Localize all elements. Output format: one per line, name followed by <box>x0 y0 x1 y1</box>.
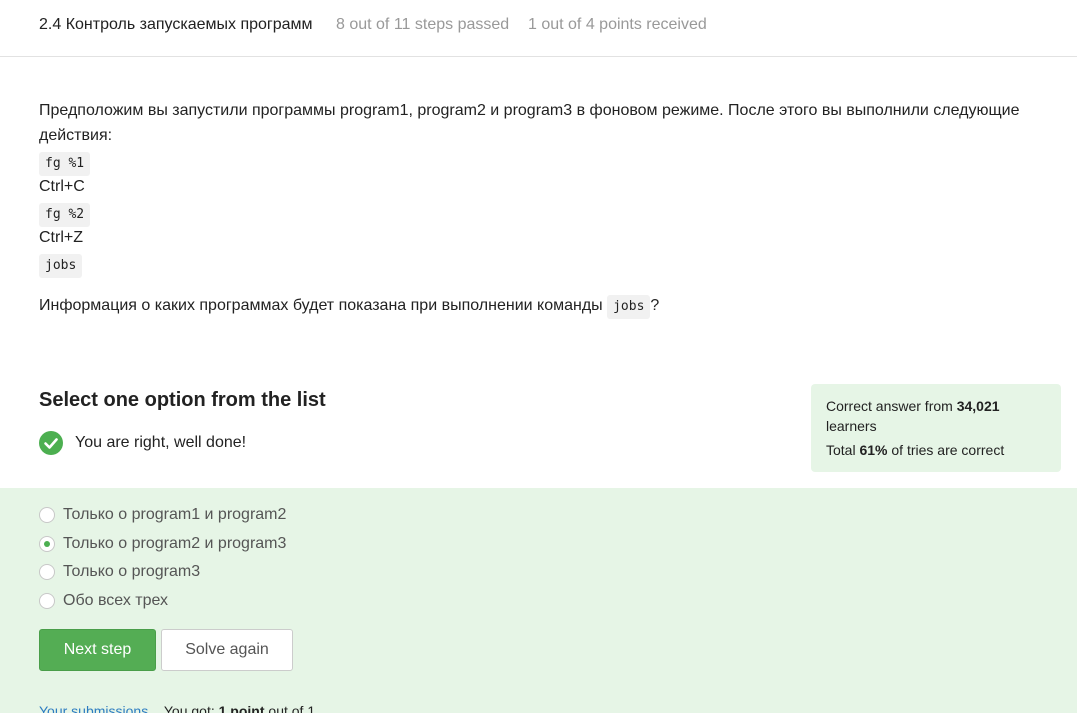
learners-stat-prefix: Correct answer from <box>826 398 953 414</box>
action-row: fg %2 <box>39 199 1049 227</box>
correct-feedback: You are right, well done! <box>39 431 246 455</box>
option-label: Только о program2 и program3 <box>63 535 287 552</box>
answers-panel: Только о program1 и program2 Только о pr… <box>0 488 1077 713</box>
action-code: jobs <box>39 254 83 278</box>
option-program1-program2[interactable]: Только о program1 и program2 <box>39 505 286 525</box>
tries-percent: 61% <box>859 442 888 458</box>
radio-button[interactable] <box>39 564 55 580</box>
lesson-title[interactable]: 2.4 Контроль запускаемых программ <box>39 16 313 34</box>
question-body: Предположим вы запустили программы progr… <box>39 98 1049 278</box>
submission-summary: Your submissions You got: 1 point out of… <box>39 703 315 713</box>
action-row: Ctrl+Z <box>39 229 83 246</box>
ask-text: Информация о каких программах будет пока… <box>39 297 603 314</box>
steps-progress: 8 out of 11 steps passed <box>336 16 510 33</box>
option-all-three[interactable]: Обо всех трех <box>39 591 168 611</box>
checkmark-icon <box>39 431 63 455</box>
learners-word: learners <box>826 418 877 434</box>
points-progress: 1 out of 4 points received <box>528 16 707 33</box>
points-total: out of 1 <box>268 703 316 713</box>
learners-stat: Correct answer from 34,021 learners <box>826 396 1046 436</box>
solve-again-button[interactable]: Solve again <box>161 629 293 671</box>
action-row: fg %1 <box>39 148 1049 176</box>
option-label: Только о program3 <box>63 563 201 580</box>
ask-suffix: ? <box>650 297 660 314</box>
action-code: fg %2 <box>39 203 91 227</box>
lesson-header: 2.4 Контроль запускаемых программ 8 out … <box>0 0 1077 57</box>
points-earned: 1 point <box>218 703 265 713</box>
you-got-label: You got: <box>163 703 215 713</box>
select-option-heading: Select one option from the list <box>39 389 326 411</box>
option-program3[interactable]: Только о program3 <box>39 562 200 582</box>
your-submissions-link[interactable]: Your submissions <box>39 703 148 713</box>
answer-stats-panel: Correct answer from 34,021 learners Tota… <box>811 384 1061 472</box>
next-step-button[interactable]: Next step <box>39 629 156 671</box>
radio-button[interactable] <box>39 593 55 609</box>
option-label: Только о program1 и program2 <box>63 506 287 523</box>
tries-stat-suffix: of tries are correct <box>891 442 1005 458</box>
radio-button[interactable] <box>39 507 55 523</box>
learners-count: 34,021 <box>956 398 1000 414</box>
tries-stat-prefix: Total <box>826 442 856 458</box>
ask-code: jobs <box>607 295 651 319</box>
tries-stat: Total 61% of tries are correct <box>826 440 1046 460</box>
question-ask: Информация о каких программах будет пока… <box>39 293 659 319</box>
feedback-text: You are right, well done! <box>75 434 247 451</box>
option-label: Обо всех трех <box>63 592 169 609</box>
radio-button-selected[interactable] <box>39 536 55 552</box>
action-row: Ctrl+C <box>39 178 85 195</box>
question-intro: Предположим вы запустили программы progr… <box>39 102 1020 144</box>
action-row: jobs <box>39 250 1049 278</box>
action-code: fg %1 <box>39 152 91 176</box>
option-program2-program3[interactable]: Только о program2 и program3 <box>39 534 286 554</box>
